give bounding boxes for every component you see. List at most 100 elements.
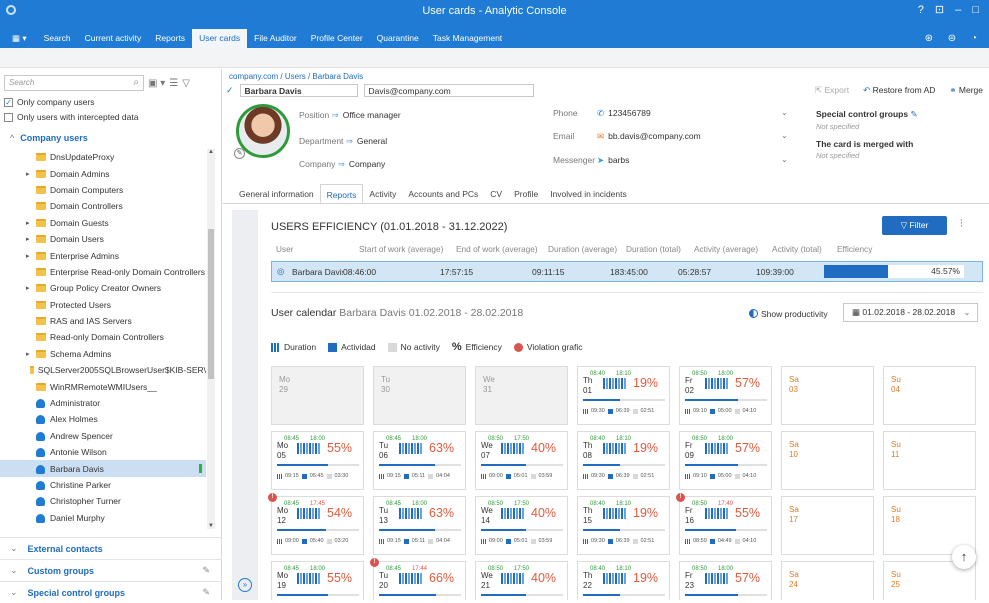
calendar-day[interactable]: Mo 29: [271, 366, 364, 425]
column-header[interactable]: End of work (average): [456, 244, 548, 258]
tab-reports[interactable]: Reports: [319, 184, 364, 203]
calendar-day[interactable]: 08:50 18:00 Fr 02 57% 09:10 05:00 04:10: [679, 366, 772, 425]
calendar-day[interactable]: 08:40 18:10 Th 15 19% 09:30 06:39 02:51: [577, 496, 670, 555]
calendar-day[interactable]: Sa 17: [781, 496, 874, 555]
sort-icon[interactable]: ☰: [169, 78, 178, 89]
tree-item[interactable]: Barbara Davis: [0, 460, 206, 477]
tab-profile[interactable]: Profile: [508, 184, 544, 203]
calendar-day[interactable]: 08:50 18:00 Fr 23 57%: [679, 561, 772, 600]
tree-item[interactable]: WinRMRemoteWMIUsers__: [0, 378, 206, 394]
column-header[interactable]: Duration (total): [626, 244, 694, 258]
header-icons[interactable]: ⊛ ⊜ ◔: [925, 33, 983, 44]
calendar-day[interactable]: 08:45 18:00 Tu 06 63% 09:15 05:11 04:04: [373, 431, 466, 490]
calendar-day[interactable]: 08:50 17:50 We 07 40% 09:00 05:01 03:59: [475, 431, 568, 490]
calendar-day[interactable]: 08:45 18:00 Tu 13 63% 09:15 05:11 04:04: [373, 496, 466, 555]
only-intercepted-checkbox[interactable]: Only users with intercepted data: [4, 112, 138, 122]
expand-icon[interactable]: ▸: [26, 170, 36, 178]
tree-item[interactable]: Christine Parker: [0, 477, 206, 493]
menu-item-file-auditor[interactable]: File Auditor: [247, 29, 304, 48]
tree-item[interactable]: ▸ Enterprise Admins: [0, 247, 206, 263]
calendar-day[interactable]: Su 04: [883, 366, 976, 425]
edit-photo-icon[interactable]: ✎: [234, 148, 245, 159]
tree-item[interactable]: Read-only Domain Controllers: [0, 329, 206, 345]
calendar-day[interactable]: 08:40 18:10 Th 08 19% 09:30 06:39 02:51: [577, 431, 670, 490]
menu-item-user-cards[interactable]: User cards: [192, 29, 248, 48]
calendar-day[interactable]: Sa 10: [781, 431, 874, 490]
scroll-to-top-button[interactable]: ↑: [952, 545, 976, 569]
tree-item[interactable]: ▸ Schema Admins: [0, 346, 206, 362]
expand-icon[interactable]: ▸: [26, 350, 36, 358]
tree-item[interactable]: ▸ Domain Admins: [0, 165, 206, 181]
calendar-filter-icon[interactable]: ▣ ▾: [148, 78, 165, 89]
menu-item-task-management[interactable]: Task Management: [426, 29, 509, 48]
chevron-down-icon[interactable]: ⌄: [781, 131, 788, 140]
tree-item[interactable]: David Brown: [0, 526, 206, 529]
export-button[interactable]: ⇱ Export: [815, 85, 849, 96]
column-header[interactable]: Efficiency: [837, 244, 917, 258]
tab-accounts-and-pcs[interactable]: Accounts and PCs: [402, 184, 484, 203]
external-contacts-group[interactable]: ⌄ External contacts: [0, 537, 222, 559]
calendar-day[interactable]: 08:45 18:00 Mo 19 55%: [271, 561, 364, 600]
calendar-day[interactable]: ! 08:50 17:49 Fr 16 55% 08:59 04:49 04:10: [676, 493, 772, 555]
menu-item-reports[interactable]: Reports: [148, 29, 192, 48]
chevron-down-icon[interactable]: ⌄: [781, 155, 788, 164]
tree-item[interactable]: Administrator: [0, 395, 206, 411]
edit-icon[interactable]: ✎: [910, 109, 917, 119]
menu-grid-icon[interactable]: ▦ ▾: [0, 29, 37, 48]
breadcrumb[interactable]: company.com / Users / Barbara Davis: [229, 72, 363, 81]
tab-cv[interactable]: CV: [484, 184, 508, 203]
settings-sliders-icon[interactable]: ⫶: [960, 218, 963, 231]
column-header[interactable]: Duration (average): [548, 244, 626, 258]
filter-icon[interactable]: ▽: [182, 78, 190, 89]
calendar-day[interactable]: 08:50 18:00 Fr 09 57% 09:10 05:00 04:10: [679, 431, 772, 490]
tree-item[interactable]: Protected Users: [0, 297, 206, 313]
tree-item[interactable]: Alex Holmes: [0, 411, 206, 427]
tree-item[interactable]: ▸ Domain Guests: [0, 215, 206, 231]
calendar-day[interactable]: ! 08:45 17:44 Tu 20 66%: [370, 558, 466, 600]
calendar-day[interactable]: 08:50 17:50 We 21 40%: [475, 561, 568, 600]
filter-button[interactable]: ▽ Filter: [882, 216, 947, 235]
column-header[interactable]: Start of work (average): [359, 244, 456, 258]
tab-general-information[interactable]: General information: [233, 184, 320, 203]
tab-involved-in-incidents[interactable]: Involved in incidents: [544, 184, 633, 203]
menu-item-current-activity[interactable]: Current activity: [78, 29, 149, 48]
main-email-field[interactable]: Davis@company.com: [363, 84, 534, 97]
expand-icon[interactable]: ▸: [26, 219, 36, 227]
tree-item[interactable]: Christopher Turner: [0, 493, 206, 509]
tree-item[interactable]: Daniel Murphy: [0, 510, 206, 526]
tree-item[interactable]: RAS and IAS Servers: [0, 313, 206, 329]
calendar-day[interactable]: Sa 24: [781, 561, 874, 600]
tree-item[interactable]: Antonie Wilson: [0, 444, 206, 460]
expand-icon[interactable]: ▸: [26, 235, 36, 243]
tree-item[interactable]: Domain Controllers: [0, 198, 206, 214]
chevron-down-icon[interactable]: ⌄: [781, 108, 788, 117]
tree-item[interactable]: ▸ Group Policy Creator Owners: [0, 280, 206, 296]
calendar-day[interactable]: 08:40 18:10 Th 22 19%: [577, 561, 670, 600]
merge-button[interactable]: ⚭ Merge: [949, 85, 983, 96]
tree-scrollbar[interactable]: ▲ ▼: [207, 149, 215, 529]
calendar-day[interactable]: Sa 03: [781, 366, 874, 425]
menu-item-profile-center[interactable]: Profile Center: [304, 29, 370, 48]
calendar-day[interactable]: Tu 30: [373, 366, 466, 425]
restore-button[interactable]: ↶ Restore from AD: [863, 85, 935, 96]
menu-item-quarantine[interactable]: Quarantine: [370, 29, 426, 48]
expand-icon[interactable]: ▸: [26, 252, 36, 260]
menu-item-search[interactable]: Search: [37, 29, 78, 48]
column-header[interactable]: Activity (average): [694, 244, 772, 258]
name-field[interactable]: Barbara Davis: [239, 84, 358, 97]
column-header[interactable]: Activity (total): [772, 244, 837, 258]
calendar-day[interactable]: Su 11: [883, 431, 976, 490]
calendar-day[interactable]: 08:45 18:00 Mo 05 55% 09:15 05:45 03:30: [271, 431, 364, 490]
only-company-users-checkbox[interactable]: ✓ Only company users: [4, 97, 94, 107]
calendar-day[interactable]: 08:50 17:50 We 14 40% 09:00 05:01 03:59: [475, 496, 568, 555]
window-controls[interactable]: ? ⊡ – □: [918, 3, 983, 16]
edit-icon[interactable]: ✎: [202, 565, 210, 576]
column-header[interactable]: User: [271, 244, 359, 258]
show-productivity-toggle[interactable]: Show productivity: [749, 309, 828, 319]
calendar-day[interactable]: 08:40 18:10 Th 01 19% 09:30 06:39 02:51: [577, 366, 670, 425]
tree-item[interactable]: Enterprise Read-only Domain Controllers: [0, 264, 206, 280]
expand-icon[interactable]: »: [238, 578, 252, 592]
tree-item[interactable]: SQLServer2005SQLBrowserUser$KIB-SER\: [0, 362, 206, 378]
tree-item[interactable]: DnsUpdateProxy: [0, 149, 206, 165]
tab-activity[interactable]: Activity: [363, 184, 402, 203]
